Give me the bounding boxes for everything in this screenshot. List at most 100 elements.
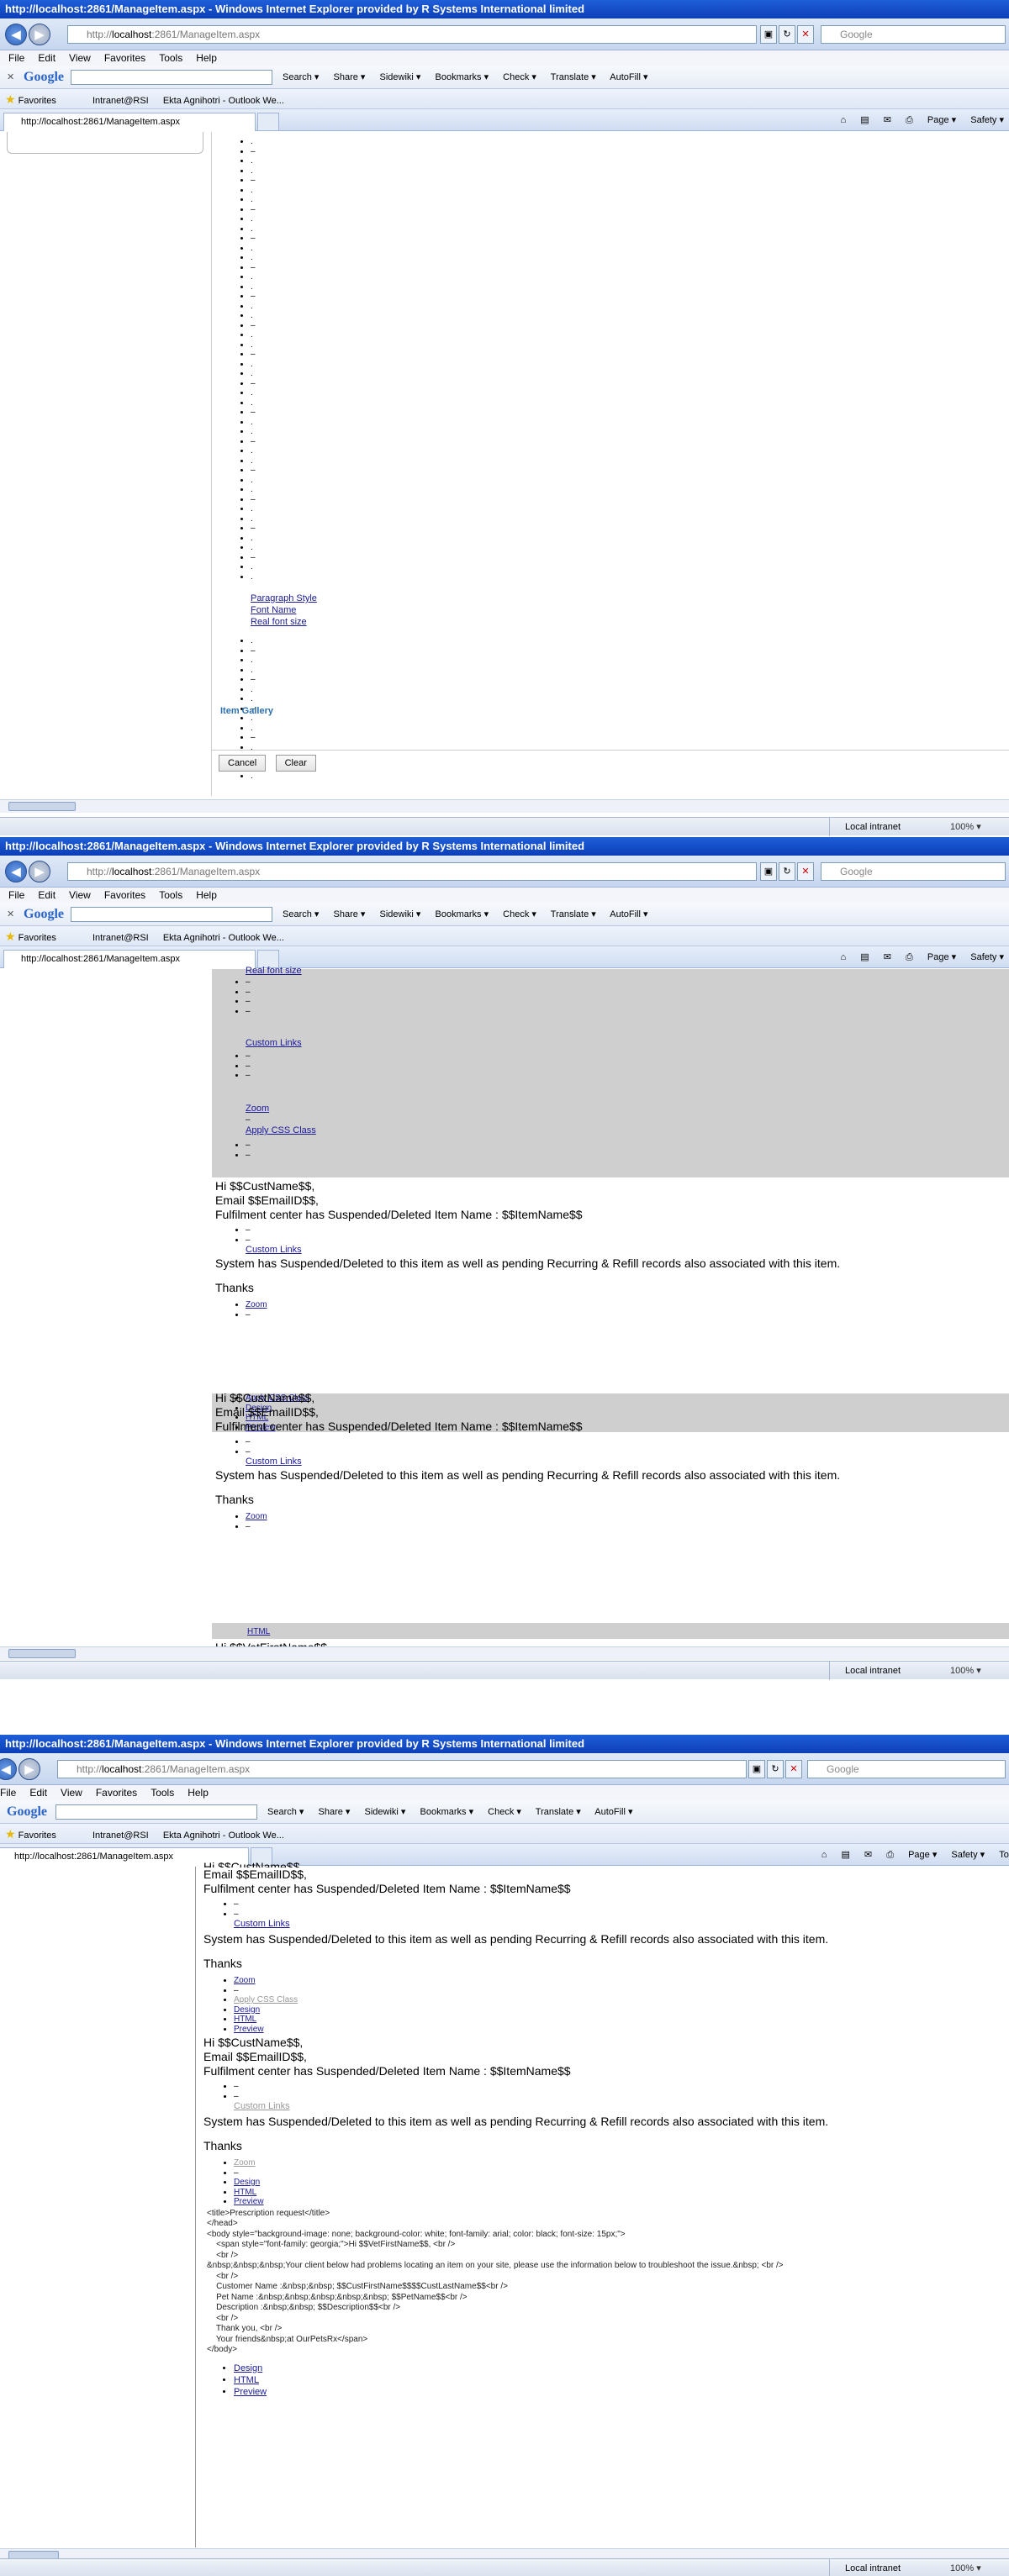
toolbar-item[interactable]: . [251, 224, 256, 234]
address-bar[interactable]: http://localhost:2861/ManageItem.aspx [57, 1760, 747, 1778]
toolbar-item[interactable]: – [251, 321, 256, 331]
toolbar-item[interactable]: – [246, 1071, 251, 1081]
print-icon[interactable]: ⎙ [906, 115, 913, 125]
feeds-icon[interactable]: ▤ [860, 115, 869, 125]
home-icon[interactable]: ⌂ [841, 115, 847, 125]
address-bar[interactable]: http://localhost:2861/ManageItem.aspx [67, 862, 757, 881]
apply-css-item[interactable]: Apply CSS Class [234, 1995, 1002, 2005]
zoom-control[interactable]: 100% ▾ [950, 1662, 981, 1680]
scroll-thumb[interactable] [8, 802, 76, 811]
toolbar-item[interactable]: . [251, 418, 256, 428]
toolbar-item[interactable]: – [251, 147, 256, 157]
page-menu[interactable]: Page ▾ [908, 1850, 937, 1860]
google-translate-button[interactable]: Translate ▾ [536, 1807, 581, 1817]
toolbar-item[interactable]: . [251, 340, 256, 350]
address-bar[interactable]: http://localhost:2861/ManageItem.aspx [67, 25, 757, 44]
toolbar-item[interactable]: – [246, 1007, 251, 1017]
page-menu[interactable]: Page ▾ [927, 115, 956, 125]
google-check-button[interactable]: Check ▾ [503, 909, 536, 919]
html-tab[interactable]: HTML [234, 2188, 1002, 2198]
toolbar-item[interactable]: – [251, 495, 256, 505]
close-icon[interactable]: ✕ [7, 66, 14, 89]
feeds-icon[interactable]: ▤ [860, 952, 869, 962]
toolbar-item[interactable]: . [251, 562, 256, 572]
toolbar-item[interactable]: – [246, 1151, 251, 1161]
toolbar-item[interactable]: . [251, 485, 256, 495]
google-sidewiki-button[interactable]: Sidewiki ▾ [380, 909, 421, 919]
toolbar-item[interactable]: – [234, 2082, 1002, 2092]
stop-icon[interactable]: ✕ [797, 25, 814, 44]
menu-file[interactable]: File [8, 52, 24, 64]
zoom-control[interactable]: 100% ▾ [950, 818, 981, 836]
menu-favorites[interactable]: Favorites [96, 1787, 137, 1799]
toolbar-item[interactable]: – [234, 1986, 1002, 1996]
toolbar-item[interactable]: . [251, 456, 256, 466]
toolbar-item[interactable]: . [251, 195, 256, 205]
stop-icon[interactable]: ✕ [797, 862, 814, 881]
back-icon[interactable]: ◀ [5, 861, 27, 882]
toolbar-item[interactable]: – [251, 437, 256, 447]
real-font-size-link[interactable]: Real font size [251, 617, 307, 627]
toolbar-item[interactable]: . [251, 504, 256, 514]
zoom-item[interactable]: Zoom [234, 1976, 1002, 1986]
toolbar-item[interactable]: . [251, 685, 256, 695]
menu-edit[interactable]: Edit [38, 52, 55, 64]
toolbar-item[interactable]: – [246, 997, 251, 1007]
google-autofill-button[interactable]: AutoFill ▾ [594, 1807, 632, 1817]
google-translate-button[interactable]: Translate ▾ [551, 72, 596, 82]
toolbar-item[interactable]: – [251, 379, 256, 389]
apply-css-class-link[interactable]: Apply CSS Class [246, 1125, 316, 1135]
menu-edit[interactable]: Edit [29, 1787, 47, 1799]
toolbar-item[interactable]: . [251, 636, 256, 646]
toolbar-item[interactable]: . [251, 360, 256, 370]
print-icon[interactable]: ⎙ [906, 952, 913, 962]
custom-links-link[interactable]: Custom Links [246, 1457, 302, 1467]
search-input[interactable]: Google [821, 862, 1006, 881]
toolbar-item[interactable]: – [234, 1910, 1002, 1920]
preview-tab[interactable]: Preview [234, 2025, 1002, 2035]
menu-tools[interactable]: Tools [159, 889, 182, 901]
toolbar-item[interactable]: – [251, 263, 256, 273]
favorites-button[interactable]: Favorites [18, 933, 56, 943]
compat-icon[interactable]: ▣ [760, 25, 777, 44]
toolbar-item[interactable]: . [251, 427, 256, 437]
toolbar-item[interactable]: . [251, 772, 256, 782]
google-check-button[interactable]: Check ▾ [503, 72, 536, 82]
toolbar-item[interactable]: . [251, 214, 256, 224]
toolbar-item[interactable]: . [251, 476, 256, 486]
toolbar-item[interactable]: – [234, 2168, 1002, 2178]
toolbar-item[interactable]: – [251, 292, 256, 302]
favorites-star-icon[interactable]: ★ [5, 92, 16, 106]
html-tab[interactable]: HTML [247, 1627, 270, 1636]
google-search-button[interactable]: Search ▾ [283, 909, 319, 919]
toolbar-item[interactable]: . [251, 302, 256, 312]
menu-favorites[interactable]: Favorites [104, 52, 145, 64]
google-bookmarks-button[interactable]: Bookmarks ▾ [436, 72, 489, 82]
preview-tab[interactable]: Preview [234, 2387, 1002, 2400]
zoom-item[interactable]: Zoom [246, 1300, 1006, 1310]
google-share-button[interactable]: Share ▾ [334, 909, 366, 919]
back-icon[interactable]: ◀ [5, 24, 27, 45]
back-icon[interactable]: ◀ [0, 1758, 17, 1780]
google-bookmarks-button[interactable]: Bookmarks ▾ [436, 909, 489, 919]
toolbar-item[interactable]: – [246, 1051, 251, 1061]
toolbar-item[interactable]: – [246, 1437, 1006, 1447]
toolbar-item[interactable]: . [251, 446, 256, 456]
toolbar-item[interactable]: – [234, 1899, 1002, 1910]
toolbar-item[interactable]: . [251, 694, 256, 704]
html-tab[interactable]: HTML [234, 2375, 1002, 2388]
toolbar-item[interactable]: – [246, 1235, 1006, 1246]
google-share-button[interactable]: Share ▾ [334, 72, 366, 82]
safety-menu[interactable]: Safety ▾ [970, 952, 1004, 962]
toolbar-item[interactable]: . [251, 656, 256, 666]
horizontal-scrollbar[interactable] [0, 799, 1009, 813]
stop-icon[interactable]: ✕ [785, 1760, 802, 1778]
google-check-button[interactable]: Check ▾ [488, 1807, 521, 1817]
toolbar-item[interactable]: – [251, 176, 256, 186]
search-input[interactable]: Google [807, 1760, 1006, 1778]
toolbar-item[interactable]: . [251, 253, 256, 263]
design-tab[interactable]: Design [234, 2178, 1002, 2188]
google-search-input[interactable] [55, 1804, 257, 1820]
mail-icon[interactable]: ✉ [864, 1850, 872, 1860]
toolbar-item[interactable]: . [251, 534, 256, 544]
